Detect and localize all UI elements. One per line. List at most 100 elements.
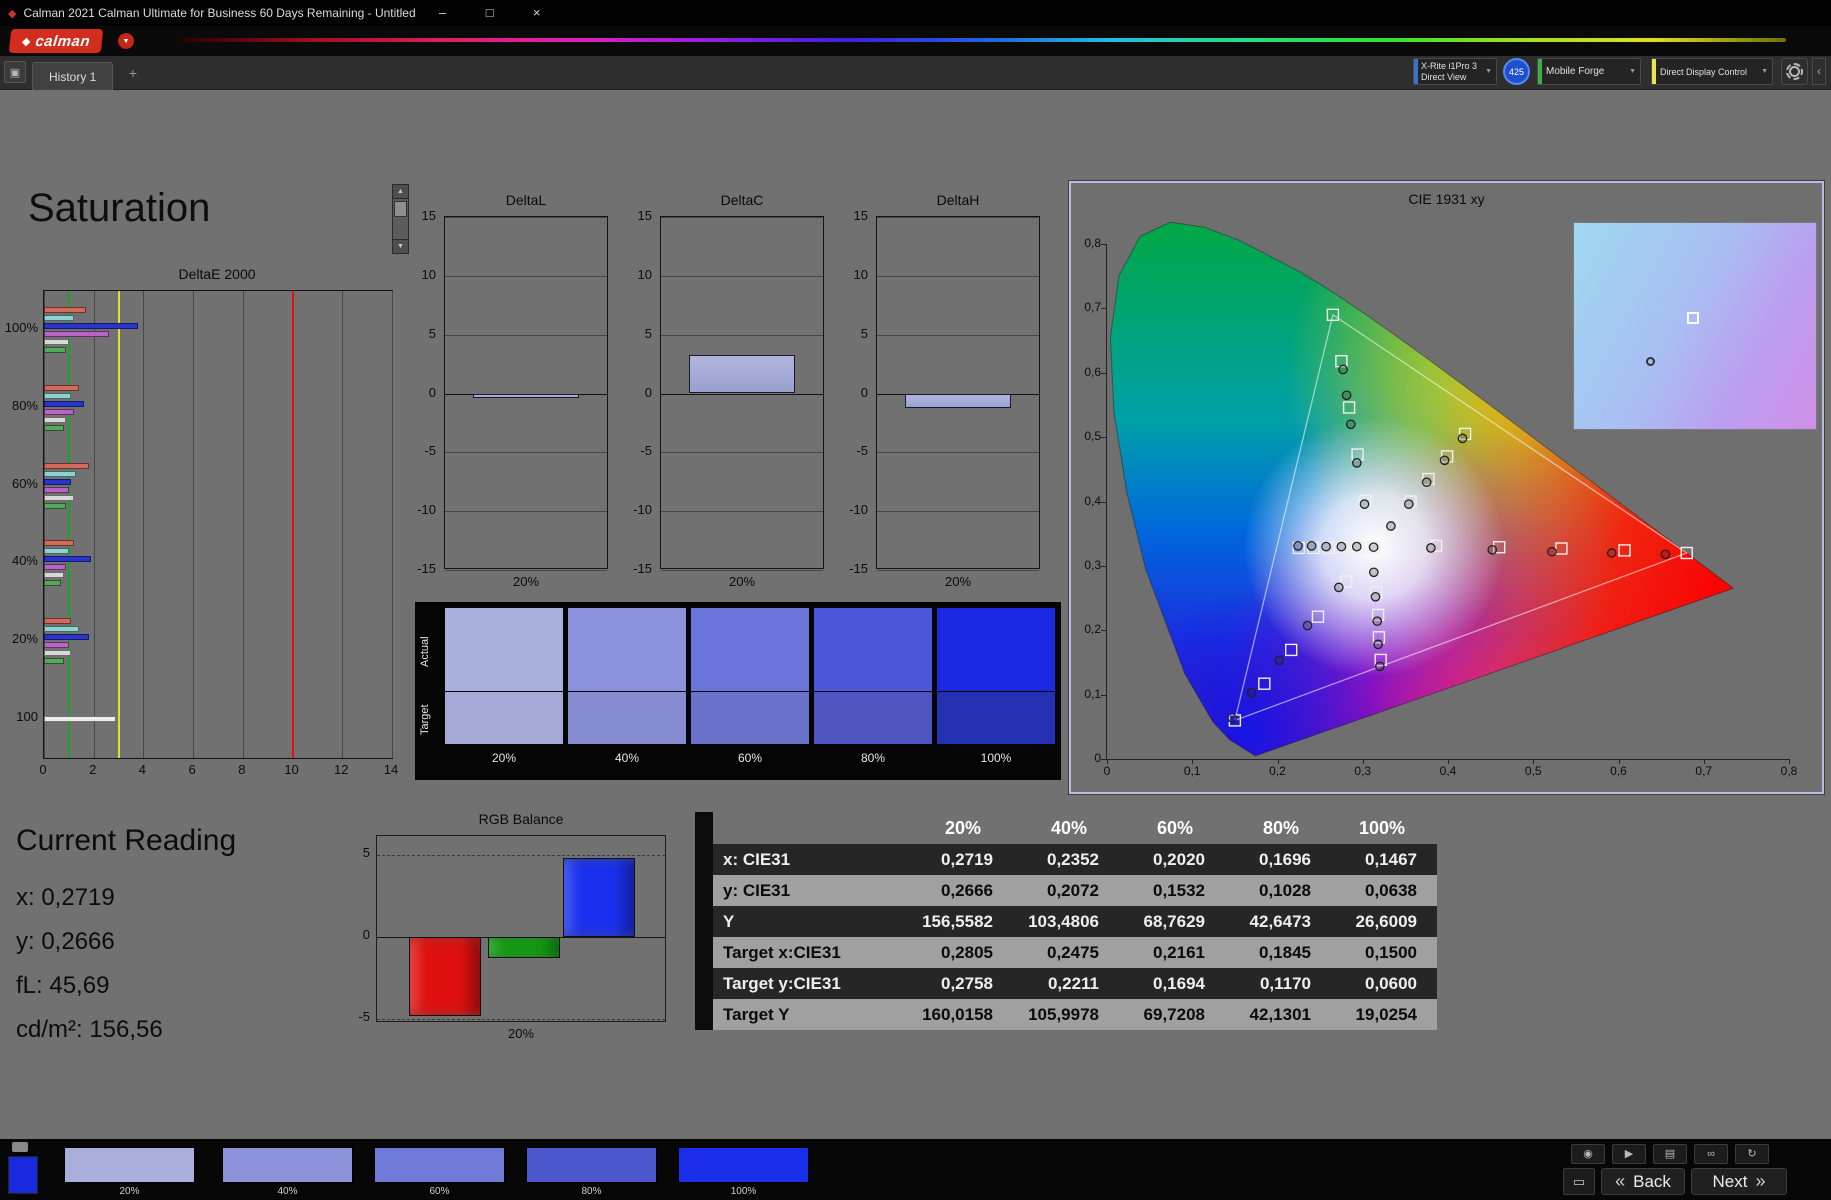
y-axis: 15 10 5 0 -5 -10 -15 [632, 208, 656, 576]
measured-point [1421, 477, 1432, 488]
x-axis-label: 20% [728, 574, 756, 589]
cie-zoom-inset [1573, 222, 1817, 430]
meter-dropdown[interactable]: X-Rite i1Pro 3 Direct View ▼ [1413, 58, 1497, 85]
axis-tick-label: -5 [358, 1009, 370, 1024]
cell-value: 0,1532 [1153, 880, 1205, 900]
patch-swatch[interactable] [526, 1147, 657, 1183]
deltae-bar [44, 650, 72, 657]
reading-cdm2: cd/m²: 156,56 [16, 1016, 163, 1043]
target-swatch [937, 692, 1055, 744]
scroll-up-button[interactable]: ▲ [392, 184, 409, 199]
table-body: x: CIE31 0,2719 0,2352 0,2020 0,1696 0,1467 y:… [713, 844, 1437, 1030]
history-panel-button[interactable]: ▣ [4, 61, 26, 83]
next-button[interactable]: Next » [1691, 1168, 1787, 1195]
meter-count-badge[interactable]: 425 [1503, 58, 1530, 85]
settings-button[interactable] [1781, 58, 1808, 85]
print-button[interactable]: ▤ [1653, 1144, 1687, 1164]
next-icon: » [1755, 1171, 1766, 1191]
cie-panel[interactable]: CIE 1931 xy 0 0,1 0,2 0,3 0,4 0,5 0,6 0,… [1069, 181, 1824, 794]
measured-point [1333, 582, 1344, 593]
cell-value: 0,2161 [1153, 942, 1205, 962]
minimize-button[interactable]: – [423, 0, 463, 26]
deltae-bar [44, 416, 67, 423]
page-title: Saturation [28, 186, 211, 230]
deltae-bar [44, 338, 69, 345]
logo-dropdown-button[interactable]: ▼ [118, 33, 134, 49]
reference-line [67, 291, 70, 758]
scroll-down-button[interactable]: ▼ [392, 239, 409, 254]
chevron-down-icon: ▼ [122, 37, 130, 45]
row-label: Target Y [723, 1004, 790, 1024]
axis-tick-label: 80% [11, 397, 38, 413]
measured-point [1606, 548, 1617, 558]
delta-bar [473, 393, 579, 399]
patch-swatch[interactable] [222, 1147, 353, 1183]
patch-swatch[interactable] [64, 1147, 195, 1183]
measured-point [1293, 541, 1303, 551]
axis-tick-label: 0 [39, 762, 47, 777]
source-label: Mobile Forge [1546, 66, 1605, 77]
row-label: Y [723, 911, 735, 931]
cell-value: 0,2666 [941, 880, 993, 900]
tab-history-1[interactable]: History 1 [32, 62, 114, 90]
swatch-label: 20% [491, 751, 517, 765]
cell-value: 103,4806 [1028, 911, 1099, 931]
scroll-control[interactable]: ▲ ▼ [392, 184, 409, 254]
axis-tick-label: 14 [383, 762, 399, 777]
scroll-thumb[interactable] [394, 201, 407, 217]
cell-value: 0,2719 [941, 849, 993, 869]
source-dropdown[interactable]: Mobile Forge ▼ [1537, 58, 1641, 85]
measured-point [1487, 544, 1498, 555]
measured-point [1351, 458, 1362, 468]
swatch-label: 100% [980, 751, 1012, 765]
deltae-bar [44, 658, 64, 665]
scroll-track[interactable] [392, 199, 409, 239]
table-header: 20% 40% 60% 80% 100% [713, 812, 1437, 844]
refresh-button[interactable]: ↻ [1735, 1144, 1769, 1164]
display-dropdown[interactable]: Direct Display Control ▼ [1651, 58, 1773, 85]
maximize-button[interactable]: □ [470, 0, 510, 26]
inset-target-square [1686, 311, 1699, 324]
back-button[interactable]: « Back [1601, 1168, 1685, 1195]
close-button[interactable]: × [517, 0, 557, 26]
actual-swatch [568, 608, 686, 691]
measured-point [1351, 541, 1362, 552]
axis-tick-label: -5 [640, 443, 652, 459]
measured-point [1345, 419, 1356, 430]
display-control-button[interactable]: ▭ [1563, 1168, 1595, 1195]
axis-tick-label: 0,4 [1084, 493, 1101, 508]
measured-point [1306, 541, 1317, 551]
axis-tick-label: 0,6 [1610, 764, 1627, 778]
play-button[interactable]: ▶ [1612, 1144, 1646, 1164]
axis-tick-label: -15 [417, 561, 436, 576]
patch-swatch[interactable] [678, 1147, 809, 1183]
bottom-swatches: 20% 40% 60% 80% 100% [0, 1139, 1831, 1200]
patch-swatch[interactable] [374, 1147, 505, 1183]
add-tab-button[interactable]: + [124, 64, 142, 82]
view-button[interactable]: ∞ [1694, 1144, 1728, 1164]
axis-tick-label: 0,7 [1695, 764, 1713, 778]
measured-point [1302, 620, 1313, 631]
measured-point [1338, 364, 1348, 375]
deltah-chart: DeltaH 15 10 5 0 -5 -10 -15 20% [848, 192, 1040, 596]
side-panel-toggle[interactable]: ‹ [1812, 58, 1826, 85]
table-header-cell: 60% [1156, 817, 1193, 838]
snapshot-button[interactable]: ◉ [1571, 1144, 1605, 1164]
cie-title: CIE 1931 xy [1408, 191, 1485, 207]
plot-area [660, 216, 824, 571]
swatch-column: 80% [814, 608, 932, 765]
deltae-bar [44, 626, 79, 633]
reading-y: y: 0,2666 [16, 928, 115, 955]
axis-tick-label: 0,3 [1084, 557, 1101, 572]
app-icon: ◆ [8, 7, 17, 20]
axis-tick-label: 4 [138, 762, 147, 777]
swatch-column: 60% [691, 608, 809, 765]
measured-point [1547, 546, 1557, 557]
axis-tick-label: 100% [4, 319, 38, 335]
calman-window: ◆ Calman 2021 Calman Ultimate for Busine… [0, 0, 1831, 1200]
axis-tick-label: 10 [284, 762, 299, 777]
patch-label: 40% [277, 1186, 298, 1197]
measured-point [1370, 591, 1381, 602]
deltae-bar [44, 540, 74, 547]
axis-tick-label: 0,5 [1524, 764, 1542, 778]
